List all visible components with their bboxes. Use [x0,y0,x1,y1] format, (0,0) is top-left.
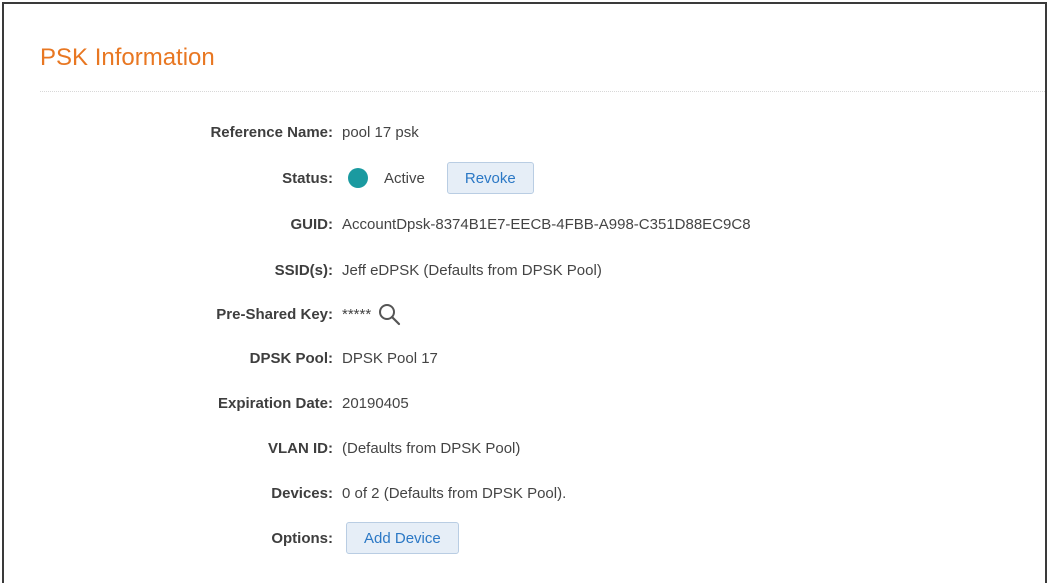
revoke-button[interactable]: Revoke [446,162,534,194]
status-label: Status: [282,169,333,187]
dpsk-pool-label: DPSK Pool: [249,349,333,367]
options-value-group: Add Device [342,522,459,554]
search-icon[interactable] [377,302,401,326]
vlan-label: VLAN ID: [268,439,333,457]
guid-value: AccountDpsk-8374B1E7-EECB-4FBB-A998-C351… [342,215,751,233]
reference-name-value: pool 17 psk [342,123,419,141]
add-device-button[interactable]: Add Device [346,522,459,554]
status-value: Active [384,169,425,187]
psk-label: Pre-Shared Key: [216,305,333,323]
options-label: Options: [271,529,333,547]
guid-label: GUID: [290,215,334,233]
dpsk-pool-row: DPSK Pool: DPSK Pool 17 [4,343,438,373]
status-active-indicator [348,168,368,188]
page-title: PSK Information [40,44,215,71]
vlan-row: VLAN ID: (Defaults from DPSK Pool) [4,433,520,463]
ssids-row: SSID(s): Jeff eDPSK (Defaults from DPSK … [4,255,602,285]
expiration-value: 20190405 [342,394,409,412]
ssids-value: Jeff eDPSK (Defaults from DPSK Pool) [342,261,602,279]
psk-value-group: ***** [342,302,401,326]
ssids-label: SSID(s): [274,261,333,279]
devices-value: 0 of 2 (Defaults from DPSK Pool). [342,484,567,502]
dpsk-pool-value: DPSK Pool 17 [342,349,438,367]
title-divider [40,91,1045,92]
devices-row: Devices: 0 of 2 (Defaults from DPSK Pool… [4,478,566,508]
expiration-label: Expiration Date: [217,394,333,412]
psk-masked-value: ***** [342,305,372,323]
vlan-value: (Defaults from DPSK Pool) [342,439,521,457]
reference-name-row: Reference Name: pool 17 psk [4,117,419,147]
options-row: Options: Add Device [4,522,459,554]
psk-row: Pre-Shared Key: ***** [4,299,401,329]
expiration-row: Expiration Date: 20190405 [4,388,409,418]
status-row: Status: Active Revoke [4,162,534,194]
psk-information-panel: PSK Information Reference Name: pool 17 … [2,2,1047,583]
status-value-group: Active Revoke [342,162,534,194]
reference-name-label: Reference Name: [210,123,333,141]
guid-row: GUID: AccountDpsk-8374B1E7-EECB-4FBB-A99… [4,209,751,239]
devices-label: Devices: [271,484,333,502]
